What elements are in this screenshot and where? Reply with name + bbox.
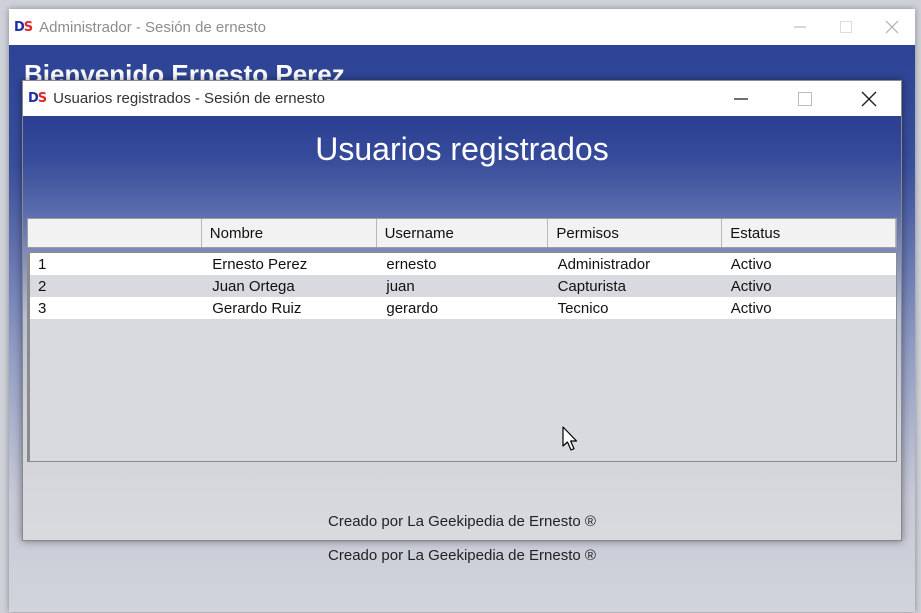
maximize-icon[interactable] <box>823 9 869 45</box>
users-window-body: Usuarios registrados Nombre Username Per… <box>23 116 901 540</box>
column-header-nombre[interactable]: Nombre <box>202 219 377 247</box>
column-header-index[interactable] <box>28 219 202 247</box>
cell-index: 2 <box>38 277 47 295</box>
admin-window-title: Administrador - Sesión de ernesto <box>39 18 266 36</box>
cell-username: ernesto <box>386 255 437 273</box>
page-title: Usuarios registrados <box>315 131 609 167</box>
app-logo-icon: DS <box>14 19 33 35</box>
users-window-titlebar[interactable]: DS Usuarios registrados - Sesión de erne… <box>23 81 901 116</box>
maximize-icon[interactable] <box>773 81 837 117</box>
column-header-estatus[interactable]: Estatus <box>722 219 896 247</box>
cell-permisos: Administrador <box>557 255 651 273</box>
cell-index: 3 <box>38 299 47 317</box>
mouse-cursor-icon <box>562 426 580 457</box>
cell-estatus: Activo <box>730 255 772 273</box>
cell-username: juan <box>386 277 415 295</box>
cell-permisos: Tecnico <box>557 299 609 317</box>
users-footer: Creado por La Geekipedia de Ernesto ® <box>328 513 596 530</box>
cell-nombre: Gerardo Ruiz <box>212 299 302 317</box>
admin-window-titlebar[interactable]: DS Administrador - Sesión de ernesto <box>9 9 915 45</box>
admin-footer: Creado por La Geekipedia de Ernesto ® <box>328 547 596 564</box>
users-table[interactable]: 1 Ernesto Perez ernesto Administrador Ac… <box>27 252 897 462</box>
cell-permisos: Capturista <box>557 277 626 295</box>
cell-username: gerardo <box>386 299 439 317</box>
app-logo-icon: DS <box>28 91 47 106</box>
cell-estatus: Activo <box>730 277 772 295</box>
cell-nombre: Ernesto Perez <box>212 255 308 273</box>
table-row[interactable]: 1 Ernesto Perez ernesto Administrador Ac… <box>30 253 896 275</box>
close-icon[interactable] <box>837 81 901 117</box>
column-header-permisos[interactable]: Permisos <box>548 219 723 247</box>
cell-nombre: Juan Ortega <box>212 277 295 295</box>
minimize-icon[interactable] <box>709 81 773 117</box>
table-row[interactable]: 3 Gerardo Ruiz gerardo Tecnico Activo <box>30 297 896 319</box>
table-row[interactable]: 2 Juan Ortega juan Capturista Activo <box>30 275 896 297</box>
close-icon[interactable] <box>869 9 915 45</box>
cell-estatus: Activo <box>730 299 772 317</box>
minimize-icon[interactable] <box>777 9 823 45</box>
users-window-title: Usuarios registrados - Sesión de ernesto <box>53 90 325 107</box>
table-header: Nombre Username Permisos Estatus <box>27 218 897 248</box>
column-header-username[interactable]: Username <box>377 219 549 247</box>
users-window: DS Usuarios registrados - Sesión de erne… <box>22 80 902 541</box>
cell-index: 1 <box>38 255 47 273</box>
